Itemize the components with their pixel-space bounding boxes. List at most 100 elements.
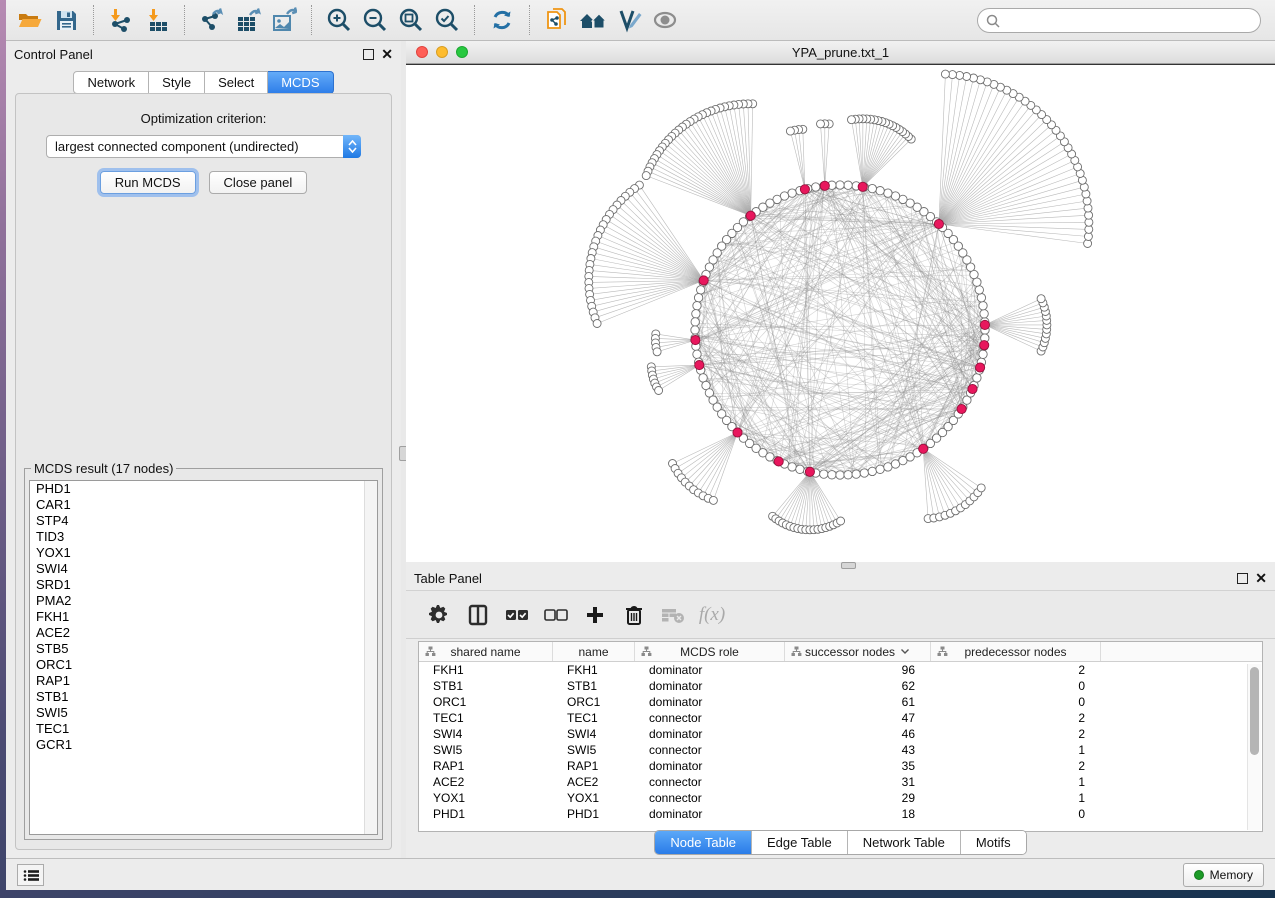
table-row[interactable]: SWI4SWI4dominator462 [419, 726, 1262, 742]
table-row[interactable]: YOX1YOX1connector291 [419, 790, 1262, 806]
control-tab-select[interactable]: Select [205, 71, 268, 94]
import-network-button[interactable] [103, 3, 139, 37]
control-tab-style[interactable]: Style [149, 71, 205, 94]
column-label: MCDS role [680, 645, 739, 659]
table-row[interactable]: STB1STB1dominator620 [419, 678, 1262, 694]
search-box[interactable] [977, 8, 1261, 33]
network-graph[interactable] [406, 65, 1275, 562]
table-tab-network-table[interactable]: Network Table [848, 831, 961, 854]
table-panel-title: Table Panel [414, 571, 1230, 586]
table-row[interactable]: RAP1RAP1dominator352 [419, 758, 1262, 774]
hide-details-button[interactable] [647, 3, 683, 37]
table-row[interactable]: FKH1FKH1dominator962 [419, 662, 1262, 678]
column-header-MCDS-role[interactable]: MCDS role [635, 642, 785, 661]
export-network-icon [199, 7, 225, 33]
mcds-result-item[interactable]: ACE2 [30, 625, 377, 641]
search-input[interactable] [1005, 14, 1252, 28]
zoom-fit-icon [398, 7, 424, 33]
table-tab-node-table[interactable]: Node Table [655, 831, 752, 854]
style-edit-button[interactable] [611, 3, 647, 37]
table-scrollbar[interactable] [1247, 664, 1261, 830]
mcds-result-item[interactable]: SRD1 [30, 577, 377, 593]
mcds-result-title: MCDS result (17 nodes) [31, 461, 176, 476]
mcds-result-item[interactable]: ORC1 [30, 657, 377, 673]
table-cell: 2 [931, 662, 1101, 678]
select-all-rows-button[interactable] [502, 600, 532, 630]
table-cell: PHD1 [419, 806, 553, 822]
float-table-panel-icon[interactable] [1237, 573, 1248, 584]
table-tab-motifs[interactable]: Motifs [961, 831, 1026, 854]
mcds-result-item[interactable]: RAP1 [30, 673, 377, 689]
table-row[interactable]: TEC1TEC1connector472 [419, 710, 1262, 726]
show-columns-button[interactable] [463, 600, 493, 630]
zoom-fit-button[interactable] [393, 3, 429, 37]
mcds-result-groupbox: MCDS result (17 nodes) PHD1CAR1STP4TID3Y… [24, 461, 383, 840]
mcds-result-item[interactable]: YOX1 [30, 545, 377, 561]
mcds-result-item[interactable]: STB5 [30, 641, 377, 657]
save-session-button[interactable] [48, 3, 84, 37]
memory-button[interactable]: Memory [1183, 863, 1264, 887]
column-header-name[interactable]: name [553, 642, 635, 661]
control-tab-network[interactable]: Network [73, 71, 149, 94]
run-mcds-button[interactable]: Run MCDS [100, 171, 196, 194]
show-all-networks-button[interactable] [575, 3, 611, 37]
mcds-result-item[interactable]: PMA2 [30, 593, 377, 609]
mcds-result-item[interactable]: FKH1 [30, 609, 377, 625]
column-header-shared-name[interactable]: shared name [419, 642, 553, 661]
export-table-button[interactable] [230, 3, 266, 37]
mcds-result-item[interactable]: TEC1 [30, 721, 377, 737]
mcds-result-item[interactable]: SWI4 [30, 561, 377, 577]
mcds-result-item[interactable]: STB1 [30, 689, 377, 705]
zoom-selected-button[interactable] [429, 3, 465, 37]
mcds-result-item[interactable]: STP4 [30, 513, 377, 529]
table-row[interactable]: ORC1ORC1dominator610 [419, 694, 1262, 710]
delete-table-icon [661, 606, 685, 624]
network-title: YPA_prune.txt_1 [406, 45, 1275, 60]
mcds-result-list[interactable]: PHD1CAR1STP4TID3YOX1SWI4SRD1PMA2FKH1ACE2… [29, 480, 378, 835]
import-table-button[interactable] [139, 3, 175, 37]
mcds-result-item[interactable]: CAR1 [30, 497, 377, 513]
table-cell: ORC1 [553, 694, 635, 710]
close-table-panel-icon[interactable]: ✕ [1255, 572, 1267, 585]
mcds-result-item[interactable]: PHD1 [30, 481, 377, 497]
delete-column-button[interactable] [619, 600, 649, 630]
table-row[interactable]: ACE2ACE2connector311 [419, 774, 1262, 790]
control-tab-mcds[interactable]: MCDS [268, 71, 333, 94]
table-tab-edge-table[interactable]: Edge Table [752, 831, 848, 854]
table-cell: 43 [785, 742, 931, 758]
mcds-result-item[interactable]: SWI5 [30, 705, 377, 721]
table-cell: 29 [785, 790, 931, 806]
zoom-in-button[interactable] [321, 3, 357, 37]
table-cell: dominator [635, 758, 785, 774]
mcds-list-scrollbar[interactable] [364, 481, 377, 834]
criterion-select[interactable]: largest connected component (undirected) [46, 135, 361, 158]
new-network-from-file-button[interactable] [539, 3, 575, 37]
zoom-out-button[interactable] [357, 3, 393, 37]
network-view-window: YPA_prune.txt_1 [406, 41, 1275, 562]
export-image-button[interactable] [266, 3, 302, 37]
table-scrollbar-thumb[interactable] [1250, 667, 1259, 755]
mcds-result-item[interactable]: GCR1 [30, 737, 377, 753]
table-row[interactable]: SWI5SWI5connector431 [419, 742, 1262, 758]
column-header-successor-nodes[interactable]: successor nodes [785, 642, 931, 661]
create-column-button[interactable] [580, 600, 610, 630]
refresh-icon [489, 7, 515, 33]
horizontal-splitter-grip[interactable] [841, 562, 856, 569]
show-panels-button[interactable] [17, 864, 44, 886]
open-file-button[interactable] [12, 3, 48, 37]
apply-layout-button[interactable] [484, 3, 520, 37]
table-options-button[interactable] [424, 600, 454, 630]
export-network-button[interactable] [194, 3, 230, 37]
float-panel-icon[interactable] [363, 49, 374, 60]
deselect-all-rows-button[interactable] [541, 600, 571, 630]
network-canvas[interactable] [406, 64, 1275, 562]
table-cell: FKH1 [553, 662, 635, 678]
close-panel-button[interactable]: Close panel [209, 171, 308, 194]
application-window: Control Panel ✕ NetworkStyleSelectMCDS O… [6, 0, 1275, 890]
table-row[interactable]: PHD1PHD1dominator180 [419, 806, 1262, 822]
mcds-result-item[interactable]: TID3 [30, 529, 377, 545]
close-panel-icon[interactable]: ✕ [381, 48, 393, 61]
column-header-predecessor-nodes[interactable]: predecessor nodes [931, 642, 1101, 661]
network-titlebar[interactable]: YPA_prune.txt_1 [406, 41, 1275, 64]
style-pen-icon [616, 7, 643, 34]
